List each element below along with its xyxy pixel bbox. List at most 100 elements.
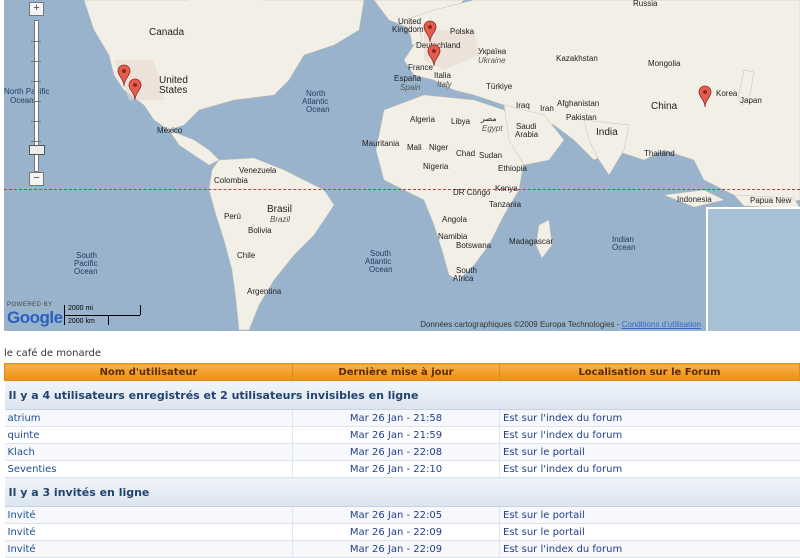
zoom-in-button[interactable]: + <box>29 2 44 16</box>
label-angola: Angola <box>442 215 467 224</box>
label-iraq: Iraq <box>516 101 530 110</box>
last-update-time: Mar 26 Jan - 22:05 <box>292 506 500 524</box>
label-argentina: Argentina <box>247 287 282 296</box>
label-japan: Japan <box>740 96 762 105</box>
map-landmass <box>83 0 800 331</box>
label-tanzania: Tanzania <box>489 200 522 209</box>
guests-title: Il y a 3 invités en ligne <box>4 477 800 507</box>
zoom-control: + − <box>29 2 45 188</box>
username-link[interactable]: Klach <box>4 443 293 461</box>
map-marker-europe-south[interactable] <box>427 44 441 66</box>
label-nigeria: Nigeria <box>423 162 449 171</box>
label-russia: Russia <box>633 0 658 8</box>
label-mauritania: Mauritania <box>362 139 400 148</box>
table-row: Seventies Mar 26 Jan - 22:10 Est sur l'i… <box>4 460 800 478</box>
label-mali: Mali <box>407 143 422 152</box>
zoom-tick <box>31 141 41 142</box>
header-username: Nom d'utilisateur <box>4 363 293 381</box>
label-canada: Canada <box>149 27 185 38</box>
table-row: quinte Mar 26 Jan - 21:59 Est sur l'inde… <box>4 426 800 444</box>
map-credits: Données cartographiques ©2009 Europa Tec… <box>420 320 701 329</box>
label-chile: Chile <box>237 251 256 260</box>
header-location: Localisation sur le Forum <box>499 363 800 381</box>
online-users-table: Nom d'utilisateur Dernière mise à jour L… <box>4 363 800 558</box>
location-link[interactable]: Est sur le portail <box>499 443 800 461</box>
label-north-atlantic-3: Ocean <box>306 105 330 114</box>
label-dr-congo: DR Congo <box>453 188 491 197</box>
zoom-slider-thumb[interactable] <box>29 145 45 155</box>
location-link[interactable]: Est sur l'index du forum <box>499 540 800 558</box>
location-link[interactable]: Est sur l'index du forum <box>499 460 800 478</box>
label-turkiye: Türkiye <box>486 82 513 91</box>
label-pakistan: Pakistan <box>566 113 597 122</box>
label-egypt: Egypt <box>482 124 503 133</box>
registered-users-title: Il y a 4 utilisateurs enregistrés et 2 u… <box>4 380 800 410</box>
map-overview-inset[interactable] <box>706 207 800 331</box>
label-korea: Korea <box>716 89 738 98</box>
label-peru: Perú <box>224 212 241 221</box>
label-kazakhstan: Kazakhstan <box>556 54 598 63</box>
header-last-update: Dernière mise à jour <box>292 363 500 381</box>
zoom-tick <box>31 41 41 42</box>
label-italia: Italia <box>434 71 451 80</box>
zoom-tick <box>31 121 41 122</box>
location-link[interactable]: Est sur l'index du forum <box>499 426 800 444</box>
label-brazil: Brazil <box>270 215 291 224</box>
location-link[interactable]: Est sur le portail <box>499 523 800 541</box>
label-saudi-2: Arabia <box>515 130 539 139</box>
last-update-time: Mar 26 Jan - 22:08 <box>292 443 500 461</box>
map-marker-china[interactable] <box>698 85 712 107</box>
label-botswana: Botswana <box>456 241 492 250</box>
zoom-out-button[interactable]: − <box>29 172 44 186</box>
label-ethiopia: Ethiopia <box>498 164 527 173</box>
username-link[interactable]: Seventies <box>4 460 293 478</box>
zoom-tick <box>31 61 41 62</box>
username-link[interactable]: atrium <box>4 409 293 427</box>
label-niger: Niger <box>429 143 449 152</box>
label-united-kingdom-2: Kingdom <box>392 25 424 34</box>
table-row: atrium Mar 26 Jan - 21:58 Est sur l'inde… <box>4 409 800 427</box>
map-marker-usa-west-2[interactable] <box>128 78 142 100</box>
last-update-time: Mar 26 Jan - 22:10 <box>292 460 500 478</box>
label-algeria: Algeria <box>410 115 435 124</box>
label-madagascar: Madagascar <box>509 237 554 246</box>
label-bolivia: Bolivia <box>248 226 272 235</box>
map-marker-europe-north[interactable] <box>423 20 437 42</box>
table-row: Invité Mar 26 Jan - 22:09 Est sur l'inde… <box>4 540 800 558</box>
scale-miles: 2000 mi <box>68 305 93 312</box>
label-sudan: Sudan <box>479 151 503 160</box>
zoom-tick <box>31 101 41 102</box>
label-misr: مصر <box>481 114 497 123</box>
label-polska: Polska <box>450 27 475 36</box>
credits-text: Données cartographiques ©2009 Europa Tec… <box>420 320 620 329</box>
label-colombia: Colombia <box>214 176 248 185</box>
label-thailand: Thailand <box>644 149 675 158</box>
label-namibia: Namibia <box>438 232 468 241</box>
location-link[interactable]: Est sur l'index du forum <box>499 409 800 427</box>
label-brasil: Brasil <box>267 204 293 215</box>
label-indonesia: Indonesia <box>677 195 712 204</box>
username-link[interactable]: quinte <box>4 426 293 444</box>
last-update-time: Mar 26 Jan - 21:58 <box>292 409 500 427</box>
label-ukraine: Ukraine <box>478 56 506 65</box>
google-logo[interactable]: POWERED BY Google <box>7 302 63 328</box>
label-india: India <box>596 127 618 138</box>
last-update-time: Mar 26 Jan - 22:09 <box>292 523 500 541</box>
label-united-states-2: States <box>159 85 188 96</box>
label-kenya: Kenya <box>495 184 518 193</box>
label-papua: Papua New <box>750 196 792 205</box>
label-spain: Spain <box>400 83 421 92</box>
terms-link[interactable]: Conditions d'utilisation <box>622 320 701 329</box>
label-chad: Chad <box>456 149 476 158</box>
label-espana: España <box>394 74 422 83</box>
map-scale: 2000 mi 2000 km <box>64 305 144 327</box>
world-map[interactable]: Canada United States México North Pacifi… <box>4 0 800 331</box>
zoom-tick <box>31 81 41 82</box>
site-name: le café de monarde <box>4 348 102 359</box>
label-ukraina: Україна <box>478 47 507 56</box>
last-update-time: Mar 26 Jan - 21:59 <box>292 426 500 444</box>
guest-name: Invité <box>4 523 293 541</box>
label-venezuela: Venezuela <box>239 166 277 175</box>
table-row: Invité Mar 26 Jan - 22:05 Est sur le por… <box>4 506 800 524</box>
location-link[interactable]: Est sur le portail <box>499 506 800 524</box>
